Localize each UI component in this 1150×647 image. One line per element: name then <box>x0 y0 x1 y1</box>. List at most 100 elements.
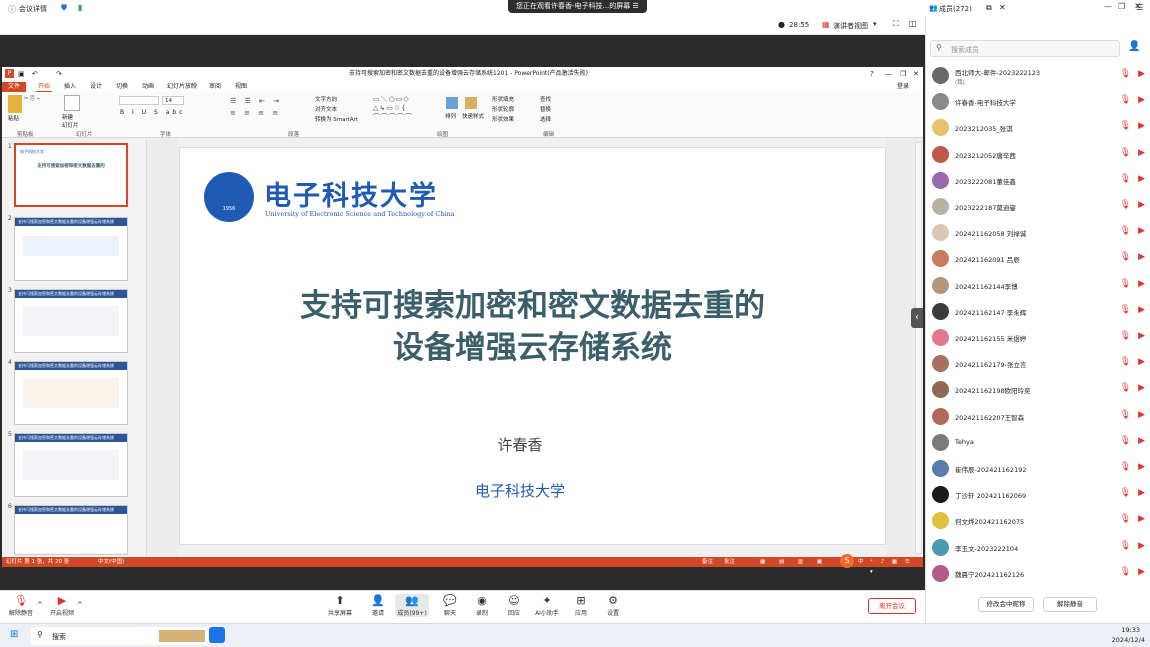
tab-file[interactable]: 文件 <box>2 82 27 92</box>
member-row[interactable]: 崔伟辰-202421162192 🎙 ▶ <box>926 455 1150 481</box>
member-row[interactable]: 2023222187莫逍鋆 🎙 ▶ <box>926 193 1150 219</box>
view-buttons[interactable]: ▦ ▤ ▥ ▣ <box>760 557 828 567</box>
mic-off-icon[interactable]: 🎙 <box>1120 95 1131 105</box>
chat-button[interactable]: 💬 聊天 <box>435 594 465 617</box>
member-row[interactable]: Tehya 🎙 ▶ <box>926 429 1150 455</box>
apps-button[interactable]: ⊞ 应用 <box>566 594 596 617</box>
slide-canvas[interactable]: 1956 电子科技大学 University of Electronic Sci… <box>179 147 886 545</box>
meeting-details[interactable]: 会议详情 <box>19 4 47 14</box>
help-icon[interactable]: ? <box>870 67 874 81</box>
modify-nickname-button[interactable]: 修改会中昵称 <box>978 597 1034 612</box>
menu-icon[interactable]: ☰ <box>1136 3 1143 12</box>
chevron-up-icon[interactable]: ^ <box>37 601 43 609</box>
video-off-icon[interactable]: ▶ <box>1138 514 1145 524</box>
member-row[interactable]: 李玉文-2023222104 🎙 ▶ <box>926 534 1150 560</box>
notes-button[interactable]: 备注 <box>702 557 713 567</box>
mic-off-icon[interactable]: 🎙 <box>1120 305 1131 315</box>
mic-off-icon[interactable]: 🎙 <box>1120 331 1131 341</box>
menu-icon[interactable]: ☰ <box>632 2 638 10</box>
ime-mode[interactable]: 中 <box>858 557 864 567</box>
mic-off-icon[interactable]: 🎙 <box>1120 226 1131 236</box>
shape-outline-button[interactable]: 形状轮廓 <box>492 105 514 113</box>
search-members-input[interactable]: ⚲ 搜索成员 <box>930 40 1120 57</box>
member-row[interactable]: 何文烨202421162075 🎙 ▶ <box>926 507 1150 533</box>
font-size-select[interactable]: 14 <box>162 96 184 105</box>
layout-icon[interactable]: ◫ <box>909 19 917 28</box>
member-row[interactable]: 202421162058 刘禄诚 🎙 ▶ <box>926 219 1150 245</box>
members-list[interactable]: 西北师大-邮件-2023222123 (我) 🎙 ▶ 许春香-电子科技大学 🎙 ▶ 20232… <box>926 62 1150 592</box>
taskbar-search[interactable]: ⚲ 搜索 <box>31 627 209 645</box>
video-off-icon[interactable]: ▶ <box>1138 279 1145 289</box>
mic-off-icon[interactable]: 🎙 <box>1120 252 1131 262</box>
new-slide-button[interactable]: 新建 幻灯片 <box>62 113 79 129</box>
panel-close-icon[interactable]: ✕ <box>999 3 1006 12</box>
tab-view[interactable]: 视图 <box>233 82 249 92</box>
member-row[interactable]: 魏晨宁202421162126 🎙 ▶ <box>926 560 1150 586</box>
chevron-left-icon[interactable]: ‹ <box>911 308 923 328</box>
shape-effect-button[interactable]: 形状效果 <box>492 115 514 123</box>
tab-design[interactable]: 设计 <box>88 82 104 92</box>
fullscreen-icon[interactable]: ⛶ <box>893 19 899 29</box>
mic-off-icon[interactable]: 🎙 <box>1120 462 1131 472</box>
tab-animations[interactable]: 动画 <box>140 82 156 92</box>
mic-off-icon[interactable]: 🎙 <box>1120 279 1131 289</box>
tab-home[interactable]: 开始 <box>36 82 53 92</box>
restore-icon[interactable]: ❐ <box>1118 2 1125 11</box>
paste-button[interactable]: 粘贴 <box>8 114 19 122</box>
member-row[interactable]: 西北师大-邮件-2023222123 (我) 🎙 ▶ <box>926 62 1150 88</box>
mic-off-icon[interactable]: 🎙 <box>1120 121 1131 131</box>
arrange-button[interactable]: 排列 <box>445 112 456 120</box>
info-icon[interactable]: ⓘ <box>8 4 16 15</box>
popout-icon[interactable]: ⧉ <box>986 3 992 13</box>
tab-transitions[interactable]: 切换 <box>114 82 130 92</box>
slide-thumbnails[interactable]: 1 电子科技大学 支持可搜索加密和密文数据去重的 2 支持可搜索加密和密文数据去… <box>2 139 147 557</box>
shield-icon[interactable]: ⛊ <box>61 3 67 13</box>
ime-logo-icon[interactable]: S <box>840 554 854 568</box>
text-direction-button[interactable]: 文字方向 <box>315 95 337 103</box>
video-off-icon[interactable]: ▶ <box>1138 226 1145 236</box>
video-off-icon[interactable]: ▶ <box>1138 567 1145 577</box>
share-screen-button[interactable]: ⬆ 共享屏幕 <box>325 594 355 617</box>
mic-off-icon[interactable]: 🎙 <box>1120 174 1131 184</box>
video-off-icon[interactable]: ▶ <box>1138 121 1145 131</box>
video-off-icon[interactable]: ▶ <box>1138 252 1145 262</box>
ime-toolbar-icons[interactable]: ⁺ ♪ ▦ ☰ ▾ <box>870 557 923 577</box>
thumb-slide-1[interactable]: 电子科技大学 支持可搜索加密和密文数据去重的 <box>14 143 128 207</box>
settings-button[interactable]: ⚙ 设置 <box>598 594 628 617</box>
align-text-button[interactable]: 对齐文本 <box>315 105 337 113</box>
video-button[interactable]: ▶ 开启视频 <box>47 594 77 617</box>
mic-off-icon[interactable]: 🎙 <box>1120 200 1131 210</box>
font-style-buttons[interactable]: B I U S abc <box>120 109 186 116</box>
ppt-minimize-icon[interactable]: — <box>885 67 892 81</box>
tab-insert[interactable]: 插入 <box>62 82 78 92</box>
video-off-icon[interactable]: ▶ <box>1138 488 1145 498</box>
new-slide-icon[interactable] <box>64 95 80 111</box>
member-row[interactable]: 2023212052唐辛茜 🎙 ▶ <box>926 141 1150 167</box>
member-row[interactable]: 202421162207王智森 🎙 ▶ <box>926 403 1150 429</box>
record-button[interactable]: ◉ 录制 <box>467 594 497 617</box>
video-off-icon[interactable]: ▶ <box>1138 69 1145 79</box>
reactions-button[interactable]: ☺ 回应 <box>499 594 529 617</box>
video-off-icon[interactable]: ▶ <box>1138 148 1145 158</box>
video-off-icon[interactable]: ▶ <box>1138 436 1145 446</box>
vertical-scrollbar[interactable] <box>915 142 922 554</box>
tab-slideshow[interactable]: 幻灯片放映 <box>165 82 199 92</box>
mic-off-icon[interactable]: 🎙 <box>1120 488 1131 498</box>
font-name-select[interactable] <box>119 96 159 105</box>
video-off-icon[interactable]: ▶ <box>1138 462 1145 472</box>
arrange-icon[interactable] <box>446 97 458 109</box>
thumb-slide-5[interactable]: 支持可搜索加密和密文数据去重的设备增强云存储系统 <box>14 433 128 497</box>
tencent-meeting-taskbar-icon[interactable] <box>209 627 225 643</box>
video-off-icon[interactable]: ▶ <box>1138 383 1145 393</box>
video-off-icon[interactable]: ▶ <box>1138 410 1145 420</box>
video-off-icon[interactable]: ▶ <box>1138 200 1145 210</box>
undo-icon[interactable]: ↶ <box>32 67 38 81</box>
unmute-request-button[interactable]: 解除静音 <box>1043 597 1097 612</box>
thumb-slide-3[interactable]: 支持可搜索加密和密文数据去重的设备增强云存储系统 <box>14 289 128 353</box>
shapes-gallery[interactable]: ▭＼○▭◇ △↳▭☆{⌒⌒⌒⌒⌒ <box>373 95 413 122</box>
redo-icon[interactable]: ↷ <box>56 67 62 81</box>
mic-off-icon[interactable]: 🎙 <box>1120 383 1131 393</box>
comments-button[interactable]: 批注 <box>724 557 735 567</box>
select-button[interactable]: 选择 <box>540 115 551 123</box>
mic-off-icon[interactable]: 🎙 <box>1120 514 1131 524</box>
